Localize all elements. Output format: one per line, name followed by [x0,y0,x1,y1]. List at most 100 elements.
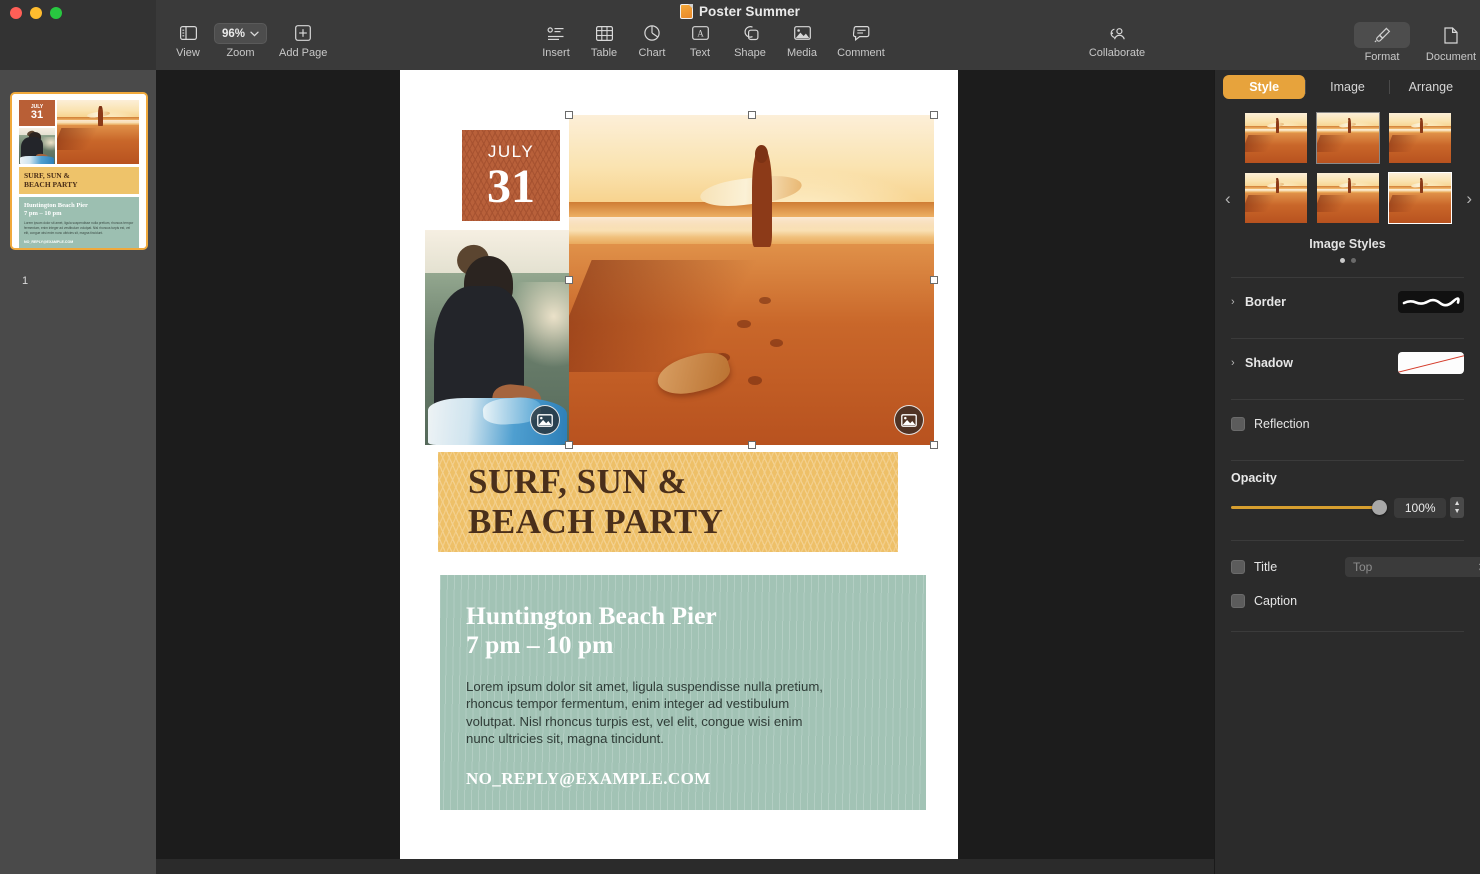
format-label: Format [1364,51,1400,63]
date-month: JULY [487,141,535,161]
info-panel[interactable]: Huntington Beach Pier 7 pm – 10 pm Lorem… [440,575,926,810]
add-page-button[interactable]: Add Page [273,22,333,59]
border-swatch[interactable] [1398,291,1464,313]
shape-label: Shape [734,47,766,59]
toolbar: Poster Summer View 96% Zoom Add Page Ins… [0,0,1480,70]
surfer-on-wave-photo[interactable] [425,230,570,445]
image-style-swatch-4[interactable] [1244,173,1307,223]
tab-arrange[interactable]: Arrange [1390,75,1472,99]
venue-line-1: Huntington Beach Pier [466,601,717,630]
reflection-checkbox[interactable] [1231,417,1245,431]
shadow-label: Shadow [1245,356,1293,370]
document-button-background [1423,22,1479,48]
date-badge[interactable]: JULY 31 [462,130,560,221]
svg-text:A: A [697,28,704,38]
thumbnail-headline-2: BEACH PARTY [24,180,78,190]
text-button[interactable]: A Text [676,22,724,59]
thumbnail-body: Lorem ipsum dolor sit amet, ligula suspe… [24,221,134,235]
title-position-value: Top [1353,560,1373,574]
opacity-slider[interactable] [1231,499,1388,515]
inspector-tabs: Style Image Arrange [1223,73,1472,101]
selection-handle-bottom-right[interactable] [930,441,938,449]
styles-next-arrow[interactable]: › [1466,189,1472,209]
tab-style[interactable]: Style [1223,75,1306,99]
collaborate-button[interactable]: Collaborate [1080,22,1154,59]
selection-handle-middle-right[interactable] [930,276,938,284]
thumbnail-left-column: JULY 31 [19,100,55,164]
zoom-select[interactable]: 96% [214,23,268,44]
reflection-label: Reflection [1254,417,1310,431]
styles-prev-arrow[interactable]: ‹ [1225,189,1231,209]
image-placeholder-icon-main[interactable] [894,405,924,435]
thumbnail-info-panel: Huntington Beach Pier 7 pm – 10 pm Lorem… [19,196,139,248]
thumbnail-wave-photo [19,128,55,164]
styles-page-dot-1[interactable] [1339,258,1345,263]
tab-image[interactable]: Image [1306,75,1388,99]
title-checkbox[interactable] [1231,560,1245,574]
surfer-sunset-beach-photo[interactable] [569,115,934,445]
comment-icon [852,22,870,44]
venue-line-2: 7 pm – 10 pm [466,630,614,660]
table-button[interactable]: Table [580,22,628,59]
selection-handle-top-left[interactable] [565,111,573,119]
collaborate-icon [1108,22,1126,44]
title-label: Title [1254,560,1278,574]
format-inspector: Style Image Arrange ‹ › Image Styles › B… [1214,70,1480,874]
caption-checkbox[interactable] [1231,594,1245,608]
image-style-swatch-5[interactable] [1316,173,1379,223]
document-tool-label: Document [1425,51,1477,63]
toolbar-right-group: Format Document [1348,22,1480,63]
title-position-select[interactable]: Top ▲▼ [1345,557,1480,577]
stepper-up-icon[interactable]: ▲ [1454,500,1461,508]
caption-row[interactable]: Caption [1231,589,1464,613]
selection-handle-bottom-left[interactable] [565,441,573,449]
thumbnail-beach-photo [57,100,139,164]
shadow-disclosure-icon[interactable]: › [1231,357,1245,369]
opacity-section: Opacity 100% ▲ ▼ [1215,461,1480,518]
document-title: Poster Summer [0,4,1480,19]
zoom-control[interactable]: 96% Zoom [208,22,273,59]
stepper-down-icon[interactable]: ▼ [1454,508,1461,516]
page-thumbnail-1[interactable]: JULY 31 SURF, SUN & BEACH PARTY Huntingt… [10,92,148,250]
text-box-icon: A [691,22,709,44]
image-placeholder-icon-small[interactable] [530,405,560,435]
border-none-line-icon [1402,297,1460,307]
insert-button[interactable]: Insert [532,22,580,59]
title-row[interactable]: Title Top ▲▼ [1231,555,1480,579]
comment-label: Comment [837,47,885,59]
selection-handle-bottom-center[interactable] [747,441,756,449]
format-button[interactable]: Format [1348,22,1416,63]
comment-button[interactable]: Comment [828,22,894,59]
opacity-stepper[interactable]: ▲ ▼ [1450,497,1465,518]
headline-band[interactable]: SURF, SUN & BEACH PARTY [438,452,898,552]
media-button[interactable]: Media [776,22,828,59]
shape-button[interactable]: Shape [724,22,776,59]
thumbnail-venue-2: 7 pm – 10 pm [24,209,62,217]
poster-page[interactable]: JULY 31 SURF, SUN & BEACH PARTY Huntingt… [400,70,958,859]
selection-handle-middle-left[interactable] [565,276,573,284]
shadow-row[interactable]: › Shadow [1215,339,1480,387]
document-canvas[interactable]: JULY 31 SURF, SUN & BEACH PARTY Huntingt… [156,70,1214,859]
image-style-swatch-1[interactable] [1244,113,1307,163]
selection-handle-top-right[interactable] [930,111,938,119]
thumbnail-top-images: JULY 31 [19,100,139,164]
opacity-value-field[interactable]: 100% [1394,497,1447,518]
image-style-swatch-6[interactable] [1387,172,1452,224]
opacity-slider-knob[interactable] [1372,499,1388,515]
reflection-row[interactable]: Reflection [1215,400,1480,448]
image-style-swatch-3[interactable] [1388,113,1451,163]
divider-6 [1231,631,1464,632]
selection-handle-top-center[interactable] [747,111,756,119]
chart-button[interactable]: Chart [628,22,676,59]
caption-label: Caption [1254,594,1298,608]
border-disclosure-icon[interactable]: › [1231,296,1245,308]
image-styles-pager[interactable] [1215,258,1480,263]
thumbnail-day: 31 [30,109,44,121]
table-label: Table [590,47,618,59]
image-style-swatch-2[interactable] [1315,112,1380,164]
styles-page-dot-2[interactable] [1350,258,1356,263]
border-row[interactable]: › Border [1215,278,1480,326]
view-button[interactable]: View [168,22,208,59]
document-button[interactable]: Document [1416,22,1480,63]
shadow-swatch[interactable] [1398,352,1464,374]
